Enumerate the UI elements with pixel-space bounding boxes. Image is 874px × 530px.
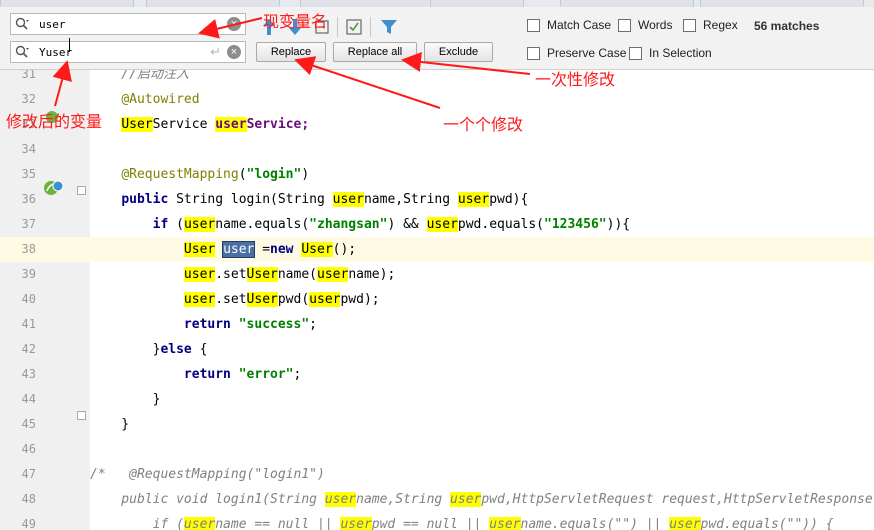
code-text[interactable]: User user =new User(); <box>90 237 874 262</box>
checkbox-box[interactable] <box>629 46 642 60</box>
regex-label: Regex <box>703 18 738 32</box>
words-checkbox[interactable]: Words <box>618 18 672 32</box>
code-text[interactable]: public void login1(String username,Strin… <box>90 487 874 512</box>
toolbar-separator <box>370 17 371 37</box>
code-editor[interactable]: 31 //启动注入 32 @Autowired 33 UserService use… <box>0 70 874 530</box>
code-line[interactable]: 36 public String login(String username,S… <box>0 187 874 212</box>
checkbox-box[interactable] <box>527 46 540 60</box>
code-line[interactable]: 40 user.setUserpwd(userpwd); <box>0 287 874 312</box>
line-number: 34 <box>21 142 36 156</box>
code-text[interactable] <box>90 437 874 462</box>
line-number: 48 <box>21 492 36 506</box>
preserve-case-checkbox[interactable]: Preserve Case <box>527 46 626 60</box>
match-case-checkbox[interactable]: Match Case <box>527 18 611 32</box>
checkbox-box[interactable] <box>618 18 631 32</box>
in-selection-label: In Selection <box>649 46 712 60</box>
code-text[interactable]: return "error"; <box>90 362 874 387</box>
match-count: 56 matches <box>754 19 820 33</box>
code-text[interactable]: user.setUserpwd(userpwd); <box>90 287 874 312</box>
fold-marker[interactable] <box>77 411 86 420</box>
code-line[interactable]: 33 UserService userService; <box>0 112 874 137</box>
code-text[interactable]: UserService userService; <box>90 112 874 137</box>
enter-icon: ↵ <box>210 44 221 59</box>
text-caret <box>69 38 70 52</box>
in-selection-checkbox[interactable]: In Selection <box>629 46 712 60</box>
clear-replace-icon[interactable]: × <box>227 45 241 59</box>
code-text[interactable]: } <box>90 412 874 437</box>
code-line[interactable]: 42 }else { <box>0 337 874 362</box>
line-number: 35 <box>21 167 36 181</box>
line-number: 38 <box>21 242 36 256</box>
fold-marker[interactable] <box>77 186 86 195</box>
replace-field: ↵ × <box>10 41 246 63</box>
code-line[interactable]: 37 if (username.equals("zhangsan") && us… <box>0 212 874 237</box>
code-line[interactable]: 45 } <box>0 412 874 437</box>
code-line[interactable]: 39 user.setUsername(username); <box>0 262 874 287</box>
line-number: 32 <box>21 92 36 106</box>
exclude-button[interactable]: Exclude <box>424 42 493 62</box>
preserve-case-label: Preserve Case <box>547 46 627 60</box>
previous-occurrence-icon[interactable] <box>262 18 276 36</box>
code-line[interactable]: 34 <box>0 137 874 162</box>
code-text[interactable]: if (username.equals("zhangsan") && userp… <box>90 212 874 237</box>
line-number: 33 <box>21 117 36 131</box>
code-text[interactable]: return "success"; <box>90 312 874 337</box>
line-number: 36 <box>21 192 36 206</box>
search-icon[interactable] <box>15 45 29 59</box>
clear-search-icon[interactable]: × <box>227 17 241 31</box>
toolbar-separator <box>337 17 338 37</box>
line-number: 43 <box>21 367 36 381</box>
code-line[interactable]: 47 /* @RequestMapping("login1") <box>0 462 874 487</box>
line-number: 41 <box>21 317 36 331</box>
search-icon[interactable] <box>15 17 29 31</box>
find-replace-bar: × ↵ × Replace Replace all Exclude Match … <box>0 7 874 70</box>
web-endpoint-icon[interactable] <box>52 180 64 192</box>
code-line[interactable]: 41 return "success"; <box>0 312 874 337</box>
code-text[interactable]: @RequestMapping("login") <box>90 162 874 187</box>
line-number: 46 <box>21 442 36 456</box>
match-case-label: Match Case <box>547 18 612 32</box>
code-text[interactable]: user.setUsername(username); <box>90 262 874 287</box>
next-occurrence-icon[interactable] <box>288 18 302 36</box>
funnel-filter-icon[interactable] <box>380 18 398 36</box>
code-text[interactable]: /* @RequestMapping("login1") <box>90 462 874 487</box>
replace-input[interactable] <box>39 44 209 60</box>
line-number: 40 <box>21 292 36 306</box>
code-line[interactable]: 44 } <box>0 387 874 412</box>
line-number: 39 <box>21 267 36 281</box>
line-number: 49 <box>21 517 36 530</box>
checkbox-box[interactable] <box>683 18 696 32</box>
line-number: 47 <box>21 467 36 481</box>
code-line[interactable]: 46 <box>0 437 874 462</box>
code-line[interactable]: 38 User user =new User(); <box>0 237 874 262</box>
code-line[interactable]: 32 @Autowired <box>0 87 874 112</box>
line-number: 37 <box>21 217 36 231</box>
select-all-occurrences-icon[interactable] <box>314 18 330 36</box>
code-line[interactable]: 48 public void login1(String username,St… <box>0 487 874 512</box>
spring-autowired-icon[interactable] <box>43 108 61 126</box>
code-text[interactable]: } <box>90 387 874 412</box>
code-line[interactable]: 43 return "error"; <box>0 362 874 387</box>
search-field: × <box>10 13 246 35</box>
filter-options-icon[interactable] <box>346 18 362 36</box>
line-number: 44 <box>21 392 36 406</box>
replace-all-button[interactable]: Replace all <box>333 42 417 62</box>
code-text[interactable]: @Autowired <box>90 87 874 112</box>
search-input[interactable] <box>39 16 209 32</box>
line-number: 45 <box>21 417 36 431</box>
code-line[interactable]: 35 @RequestMapping("login") <box>0 162 874 187</box>
code-line[interactable]: 49 if (username == null || userpwd == nu… <box>0 512 874 530</box>
code-text[interactable]: if (username == null || userpwd == null … <box>90 512 874 530</box>
code-text[interactable]: }else { <box>90 337 874 362</box>
code-text[interactable] <box>90 137 874 162</box>
checkbox-box[interactable] <box>527 18 540 32</box>
code-line[interactable]: 31 //启动注入 <box>0 70 874 87</box>
code-text[interactable]: //启动注入 <box>90 70 874 87</box>
regex-checkbox[interactable]: Regex <box>683 18 738 32</box>
replace-button[interactable]: Replace <box>256 42 326 62</box>
line-number: 31 <box>21 70 36 81</box>
code-text[interactable]: public String login(String username,Stri… <box>90 187 874 212</box>
words-label: Words <box>638 18 673 32</box>
line-number: 42 <box>21 342 36 356</box>
